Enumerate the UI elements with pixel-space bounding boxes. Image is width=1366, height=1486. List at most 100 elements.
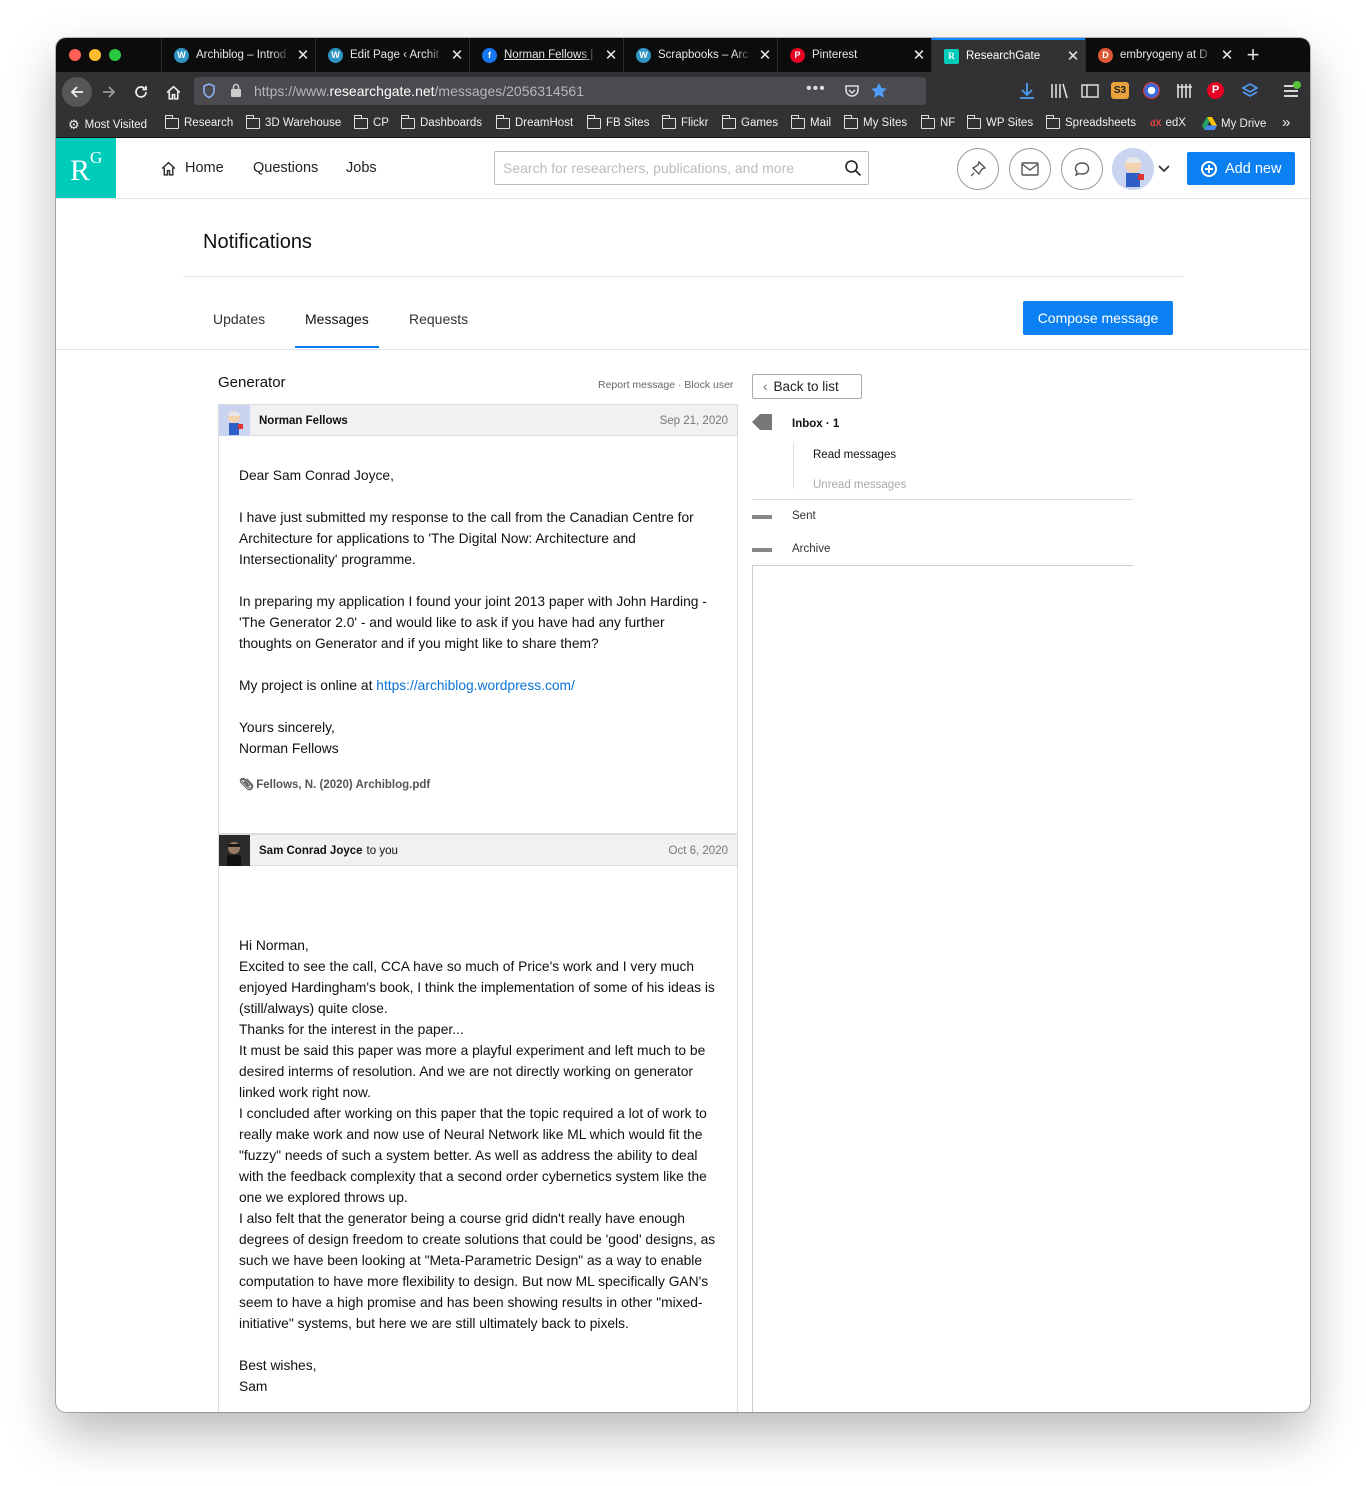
url-domain: researchgate.net xyxy=(329,83,435,99)
bookmark-folder[interactable]: Dashboards xyxy=(401,114,482,129)
folder-icon xyxy=(791,114,805,129)
folder-label: Archive xyxy=(792,543,831,555)
message-paragraph: Dear Sam Conrad Joyce, xyxy=(239,468,394,483)
user-avatar[interactable] xyxy=(1112,148,1154,190)
sender-avatar[interactable] xyxy=(219,405,250,436)
folder-icon xyxy=(587,114,601,129)
researchgate-logo[interactable]: R G xyxy=(56,138,116,198)
minimize-window-button[interactable] xyxy=(89,49,101,61)
folder-icon xyxy=(844,114,858,129)
back-icon[interactable] xyxy=(62,77,92,107)
browser-tab[interactable]: W Archiblog – Introd ✕ xyxy=(161,38,315,72)
downloads-icon[interactable] xyxy=(1016,81,1038,101)
zoom-window-button[interactable] xyxy=(109,49,121,61)
close-tab-icon[interactable]: ✕ xyxy=(907,46,931,64)
reload-icon[interactable] xyxy=(127,78,155,106)
bookmark-folder[interactable]: Flickr xyxy=(662,114,708,129)
bookmark-folder[interactable]: My Sites xyxy=(844,114,907,129)
message-paragraph: My project is online at https://archiblo… xyxy=(239,675,719,696)
close-tab-icon[interactable]: ✕ xyxy=(599,46,623,64)
browser-tab[interactable]: f Norman Fellows | ✕ xyxy=(469,38,623,72)
more-bookmarks-icon[interactable]: » xyxy=(1282,114,1290,131)
bookmark-folder[interactable]: Mail xyxy=(791,114,832,129)
browser-tab[interactable]: D embryogeny at D ✕ xyxy=(1085,38,1239,72)
folder-icon xyxy=(722,114,736,129)
bookmark-my-drive[interactable]: My Drive xyxy=(1202,117,1266,130)
extension-globe-icon[interactable] xyxy=(1143,82,1160,99)
s3-extension-icon[interactable]: S3 xyxy=(1111,82,1129,99)
tracking-protection-icon[interactable] xyxy=(202,83,216,99)
home-icon[interactable] xyxy=(159,78,187,106)
forward-icon[interactable] xyxy=(95,78,123,106)
bookmark-folder[interactable]: WP Sites xyxy=(967,114,1033,129)
pocket-icon[interactable] xyxy=(844,83,860,99)
close-window-button[interactable] xyxy=(69,49,81,61)
chat-button[interactable] xyxy=(1061,148,1103,190)
library-icon[interactable] xyxy=(1048,81,1070,101)
folder-marker-icon xyxy=(752,515,772,519)
bookmark-label: Mail xyxy=(810,117,832,129)
menu-icon[interactable] xyxy=(1280,81,1302,101)
bookmark-most-visited[interactable]: ⚙ Most Visited xyxy=(68,117,147,133)
browser-tab[interactable]: W Scrapbooks – Arc ✕ xyxy=(623,38,777,72)
plus-circle-icon xyxy=(1201,160,1217,177)
project-link[interactable]: https://archiblog.wordpress.com/ xyxy=(376,678,575,693)
folder-read-messages[interactable]: Read messages xyxy=(813,449,896,461)
bookmark-star-icon[interactable] xyxy=(870,82,888,100)
extension-bars-icon[interactable] xyxy=(1174,81,1196,101)
block-user-link[interactable]: Block user xyxy=(684,379,733,391)
logo-g: G xyxy=(90,148,103,167)
nav-jobs[interactable]: Jobs xyxy=(346,160,377,176)
close-tab-icon[interactable]: ✕ xyxy=(753,46,777,64)
report-message-link[interactable]: Report message xyxy=(598,379,675,391)
bookmark-folder[interactable]: DreamHost xyxy=(496,114,573,129)
sender-name[interactable]: Norman Fellows xyxy=(259,415,348,427)
bookmark-folder[interactable]: 3D Warehouse xyxy=(246,114,341,129)
browser-tab[interactable]: P Pinterest ✕ xyxy=(777,38,931,72)
bookmark-folder[interactable]: FB Sites xyxy=(587,114,649,129)
bookmark-folder[interactable]: Spreadsheets xyxy=(1046,114,1136,129)
url-bar[interactable]: https://www.researchgate.net/messages/20… xyxy=(194,77,926,105)
message-card: Norman Fellows Sep 21, 2020 Dear Sam Con… xyxy=(218,404,738,834)
new-tab-icon[interactable]: + xyxy=(1238,42,1268,68)
folder-unread-messages[interactable]: Unread messages xyxy=(813,479,906,491)
bookmark-edx[interactable]: dX edX xyxy=(1150,117,1186,129)
tab-messages[interactable]: Messages xyxy=(305,311,369,327)
close-tab-icon[interactable]: ✕ xyxy=(291,46,315,64)
close-tab-icon[interactable]: ✕ xyxy=(445,46,469,64)
close-tab-icon[interactable]: ✕ xyxy=(1215,46,1239,64)
bookmark-folder[interactable]: CP xyxy=(354,114,389,129)
tab-requests[interactable]: Requests xyxy=(409,311,468,327)
add-new-button[interactable]: Add new xyxy=(1187,152,1295,185)
back-to-list-button[interactable]: ‹ Back to list xyxy=(752,374,862,399)
pinterest-extension-icon[interactable]: P xyxy=(1207,82,1224,99)
folder-sent[interactable]: Sent xyxy=(752,500,1133,533)
folder-archive[interactable]: Archive xyxy=(752,533,1133,566)
stack-extension-icon[interactable] xyxy=(1239,81,1261,101)
lock-icon[interactable] xyxy=(230,83,242,98)
nav-questions[interactable]: Questions xyxy=(253,160,318,176)
messages-button[interactable] xyxy=(1009,148,1051,190)
bookmark-folder[interactable]: Games xyxy=(722,114,778,129)
browser-tab-active[interactable]: R ResearchGate ✕ xyxy=(931,38,1085,72)
tab-updates[interactable]: Updates xyxy=(213,311,265,327)
notifications-button[interactable] xyxy=(957,148,999,190)
home-icon[interactable] xyxy=(160,160,177,177)
compose-message-button[interactable]: Compose message xyxy=(1023,301,1173,335)
search-icon[interactable] xyxy=(844,159,862,177)
sidebar-icon[interactable] xyxy=(1079,81,1101,101)
page-actions-icon[interactable]: ••• xyxy=(806,80,826,98)
close-tab-icon[interactable]: ✕ xyxy=(1061,47,1085,65)
url-text[interactable]: https://www.researchgate.net/messages/20… xyxy=(254,83,584,99)
browser-tab[interactable]: W Edit Page ‹ Archit ✕ xyxy=(315,38,469,72)
chevron-down-icon[interactable] xyxy=(1158,165,1170,173)
logo-r: R xyxy=(70,154,91,187)
bookmark-folder[interactable]: Research xyxy=(165,114,233,129)
search-input[interactable] xyxy=(495,152,835,184)
folder-inbox[interactable]: Inbox · 1 xyxy=(792,418,839,430)
nav-home[interactable]: Home xyxy=(185,160,224,176)
attachment[interactable]: 📎︎ Fellows, N. (2020) Archiblog.pdf xyxy=(239,777,430,791)
bookmark-folder[interactable]: NF xyxy=(921,114,955,129)
sender-avatar[interactable] xyxy=(219,835,250,866)
sender-name[interactable]: Sam Conrad Joyce xyxy=(259,845,363,857)
